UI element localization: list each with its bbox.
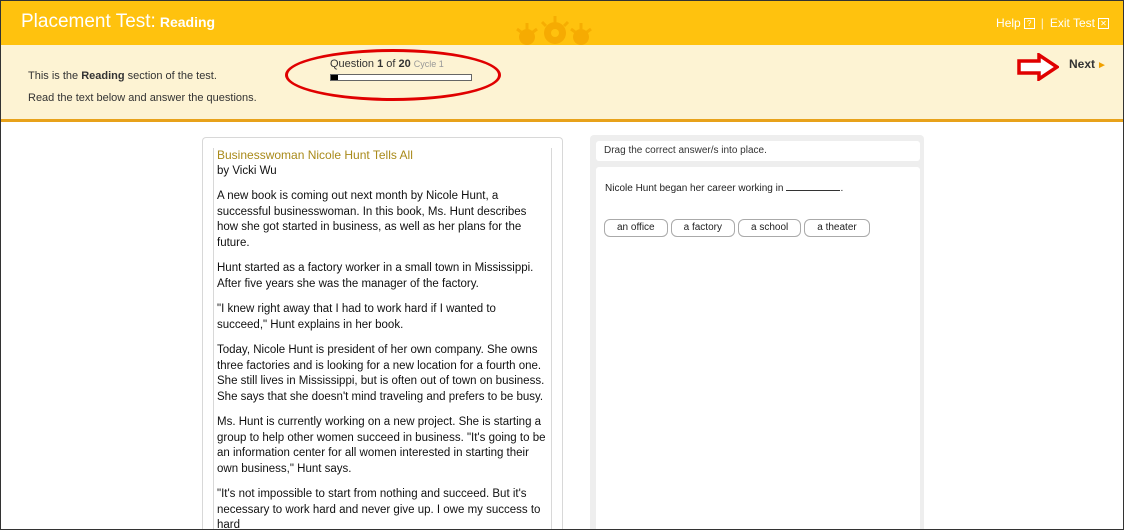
close-icon: ✕ [1098,18,1109,30]
help-link[interactable]: Help? [996,16,1035,30]
annotation-arrow-icon [1017,53,1059,81]
reading-scroll-area[interactable]: Businesswoman Nicole Hunt Tells All by V… [213,148,552,530]
answer-option[interactable]: an office [604,219,668,237]
answer-option[interactable]: a theater [804,219,870,237]
drag-instruction: Drag the correct answer/s into place. [596,141,920,161]
gears-logo-icon [516,16,592,45]
answer-options: an office a factory a school a theater [604,217,873,237]
reading-panel: Businesswoman Nicole Hunt Tells All by V… [202,137,563,530]
question-area: Nicole Hunt began her career working in.… [596,167,920,529]
answer-option[interactable]: a school [737,219,802,237]
passage-paragraph: Ms. Hunt is currently working on a new p… [217,416,546,475]
question-stem: Nicole Hunt began her career working in. [605,180,843,194]
passage-paragraph: "I knew right away that I had to work ha… [217,303,496,331]
passage-paragraph: Hunt started as a factory worker in a sm… [217,262,534,290]
passage-paragraph: Today, Nicole Hunt is president of her o… [217,344,545,403]
help-icon: ? [1023,18,1035,30]
play-arrow-icon: ► [1097,60,1107,71]
top-links: Help? | Exit Test ✕ [996,16,1109,30]
passage-title: Businesswoman Nicole Hunt Tells All [217,148,413,162]
answer-option[interactable]: a factory [670,219,735,237]
next-button[interactable]: Next ► [1069,57,1107,71]
test-window: Placement Test: Reading Help? | Exit Test ✕ … [0,0,1124,530]
link-separator: | [1040,16,1044,30]
section-info: This is the Reading section of the test. [28,70,217,82]
annotation-oval [285,49,501,101]
instructions-text: Read the text below and answer the quest… [28,92,257,104]
passage: Businesswoman Nicole Hunt Tells All by V… [214,148,551,530]
question-panel: Drag the correct answer/s into place. Ni… [590,135,924,529]
page-title: Placement Test: Reading [21,11,216,32]
exit-test-link[interactable]: Exit Test ✕ [1050,16,1109,30]
passage-author: by Vicki Wu [217,164,277,177]
section-name: Reading [159,14,216,30]
passage-paragraph: A new book is coming out next month by N… [217,190,527,249]
info-bar: This is the Reading section of the test.… [1,45,1123,122]
title-bar: Placement Test: Reading Help? | Exit Test ✕ [1,1,1123,45]
answer-drop-zone[interactable] [786,180,841,191]
passage-paragraph: "It's not impossible to start from nothi… [217,488,541,530]
